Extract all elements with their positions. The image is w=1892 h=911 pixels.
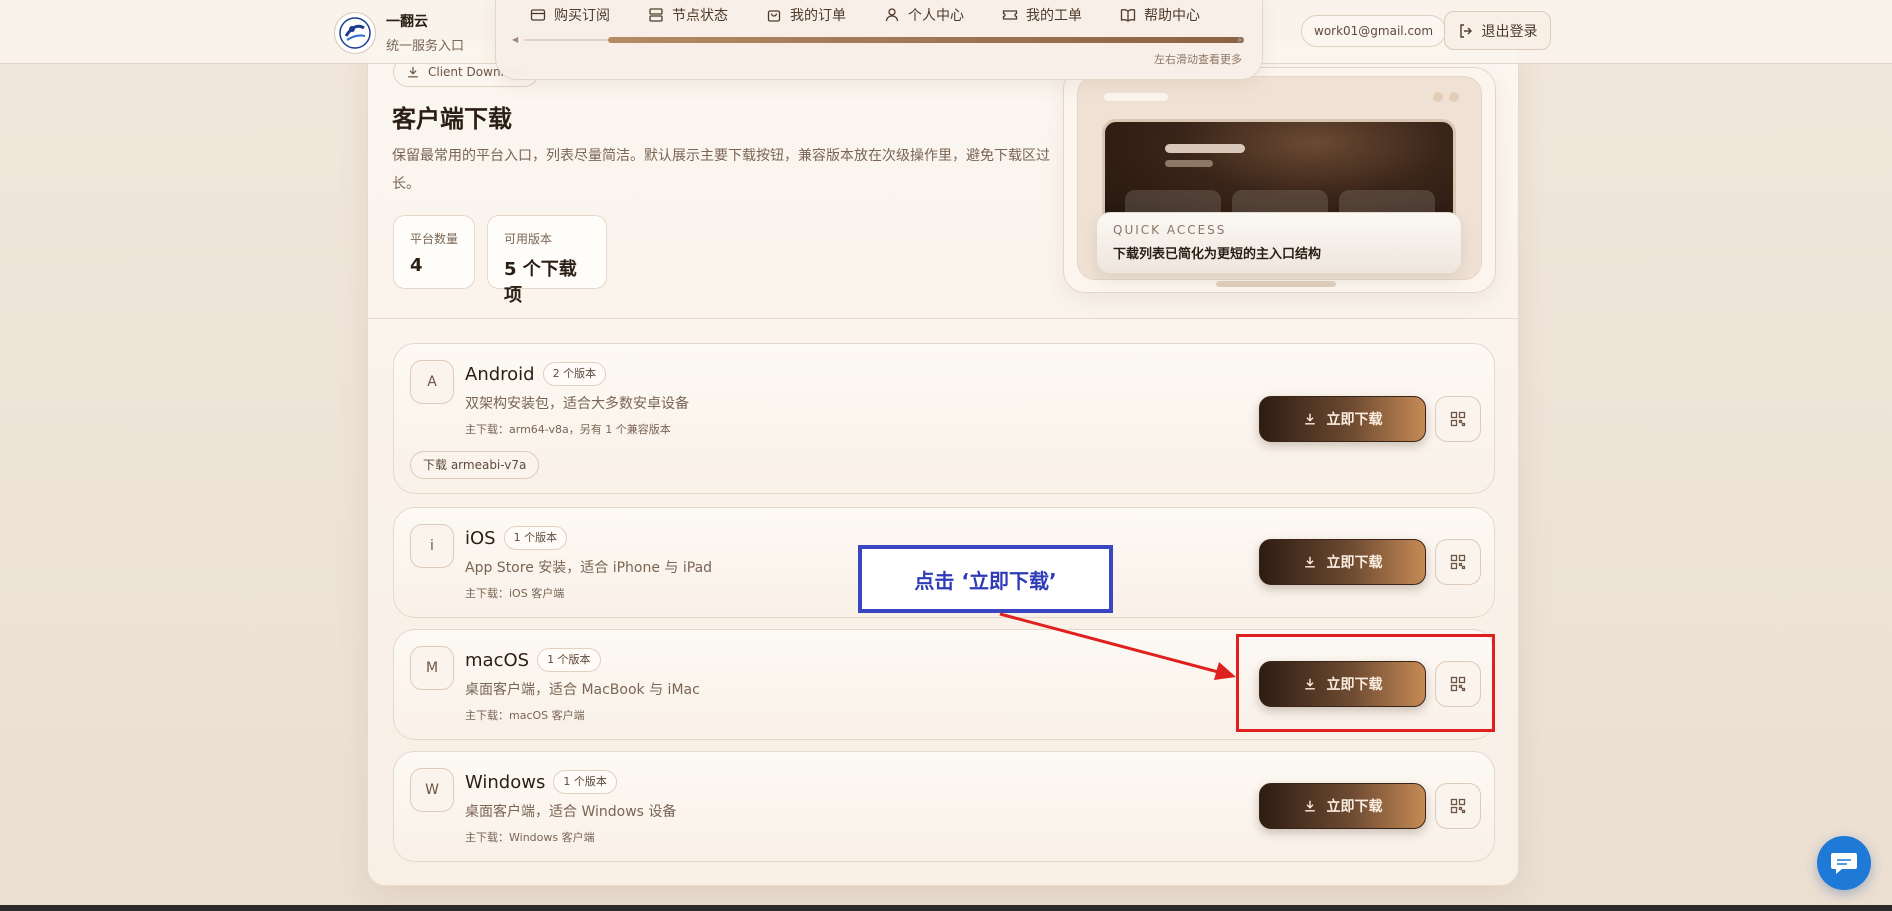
stat-label: 平台数量: [410, 232, 459, 246]
main-nav: 购买订阅 节点状态 我的订单 个人中心 我的工单 帮助中心 ◀ ▶ 左右滑动查看…: [495, 0, 1263, 80]
page-title: 客户端下载: [392, 105, 512, 133]
brand-name: 一翻云: [386, 14, 428, 30]
platform-description: 桌面客户端，适合 Windows 设备: [465, 804, 677, 820]
brand[interactable]: 一翻云 统一服务入口: [334, 11, 464, 54]
book-icon: [1120, 9, 1136, 22]
nav-item-my-tickets[interactable]: 我的工单: [1002, 5, 1082, 25]
platform-main-download: 主下载：Windows 客户端: [465, 831, 595, 844]
nav-label: 帮助中心: [1144, 8, 1200, 24]
platform-android: A Android 2 个版本 双架构安装包，适合大多数安卓设备 主下载：arm…: [393, 343, 1495, 494]
logout-icon: [1459, 23, 1472, 38]
nav-label: 购买订阅: [554, 8, 610, 24]
quick-access-preview: QUICK ACCESS 下载列表已简化为更短的主入口结构: [1063, 67, 1496, 293]
platform-description: 双架构安装包，适合大多数安卓设备: [465, 396, 689, 412]
qr-code-button-ios[interactable]: [1435, 539, 1481, 585]
stat-available-versions: 可用版本 5 个下载项: [487, 215, 607, 306]
version-badge: 1 个版本: [537, 648, 601, 672]
instruction-annotation: 点击 ‘立即下载’: [858, 545, 1113, 613]
nav-item-personal-center[interactable]: 个人中心: [884, 5, 964, 25]
version-badge: 1 个版本: [553, 770, 617, 794]
brand-logo: [334, 11, 376, 54]
user-icon: [885, 8, 899, 22]
scroll-right-icon[interactable]: ▶: [1238, 35, 1244, 45]
chat-icon: [1831, 853, 1857, 874]
stat-value: 5 个下载项: [504, 259, 577, 306]
download-label: 立即下载: [1326, 555, 1383, 571]
download-label: 立即下载: [1326, 799, 1383, 815]
stat-platform-count: 平台数量 4: [393, 215, 475, 289]
platform-letter: i: [410, 524, 454, 568]
qr-code-button-android[interactable]: [1435, 396, 1481, 442]
stat-label: 可用版本: [504, 232, 553, 246]
platform-letter: A: [410, 360, 454, 404]
nav-item-help-center[interactable]: 帮助中心: [1120, 5, 1200, 25]
nav-item-buy-subscription[interactable]: 购买订阅: [530, 5, 610, 25]
scroll-hint: 左右滑动查看更多: [1154, 53, 1242, 66]
alt-download-armeabi-v7a[interactable]: 下载 armeabi-v7a: [410, 451, 540, 479]
preview-caption-text: 下载列表已简化为更短的主入口结构: [1113, 247, 1322, 262]
platform-letter: M: [410, 646, 454, 690]
qr-code-icon: [1450, 554, 1466, 570]
scrollbar-thumb[interactable]: [608, 37, 1244, 43]
platform-letter: W: [410, 768, 454, 812]
download-icon: [1304, 800, 1315, 812]
nav-scrollbar[interactable]: ◀ ▶: [512, 35, 1244, 45]
scroll-left-icon[interactable]: ◀: [512, 35, 518, 45]
ticket-icon: [1002, 10, 1018, 20]
platform-main-download: 主下载：arm64-v8a，另有 1 个兼容版本: [465, 423, 671, 436]
preview-caption: QUICK ACCESS 下载列表已简化为更短的主入口结构: [1096, 212, 1462, 274]
download-icon: [1304, 413, 1315, 425]
version-badge: 2 个版本: [542, 362, 607, 386]
stat-value: 4: [410, 255, 423, 276]
download-button-ios[interactable]: 立即下载: [1259, 539, 1426, 585]
platform-main-download: 主下载：iOS 客户端: [465, 587, 565, 600]
download-icon: [1304, 556, 1315, 568]
platform-description: 桌面客户端，适合 MacBook 与 iMac: [465, 682, 700, 698]
bag-icon: [767, 10, 781, 22]
platform-main-download: 主下载：macOS 客户端: [465, 709, 585, 722]
page-description: 保留最常用的平台入口，列表尽量简洁。默认展示主要下载按钮，兼容版本放在次级操作里…: [392, 148, 1050, 192]
download-button-windows[interactable]: 立即下载: [1259, 783, 1426, 829]
bottom-edge: [0, 905, 1892, 911]
qr-code-icon: [1450, 411, 1466, 427]
account-email: work01@gmail.com: [1301, 15, 1447, 47]
download-panel: Client Download 客户端下载 保留最常用的平台入口，列表尽量简洁。…: [367, 40, 1519, 886]
platform-description: App Store 安装，适合 iPhone 与 iPad: [465, 560, 713, 576]
logout-button[interactable]: 退出登录: [1444, 11, 1551, 50]
nav-item-node-status[interactable]: 节点状态: [648, 5, 728, 25]
chat-button[interactable]: [1817, 836, 1871, 890]
highlight-box: [1236, 634, 1495, 732]
brand-subtitle: 统一服务入口: [386, 39, 465, 54]
platform-windows: W Windows 1 个版本 桌面客户端，适合 Windows 设备 主下载：…: [393, 751, 1495, 862]
qr-code-icon: [1450, 798, 1466, 814]
server-icon: [649, 8, 663, 22]
download-button-android[interactable]: 立即下载: [1259, 396, 1426, 442]
version-badge: 1 个版本: [503, 526, 568, 550]
download-label: 立即下载: [1326, 412, 1383, 428]
platform-name: Windows: [465, 771, 546, 793]
nav-label: 节点状态: [672, 8, 728, 24]
platform-name: Android: [465, 363, 535, 385]
qr-code-button-windows[interactable]: [1435, 783, 1481, 829]
nav-item-my-orders[interactable]: 我的订单: [766, 5, 846, 25]
nav-label: 我的订单: [790, 8, 846, 24]
platform-name: macOS: [465, 649, 530, 671]
logout-label: 退出登录: [1481, 23, 1538, 40]
platform-name: iOS: [465, 527, 496, 549]
download-icon: [408, 66, 418, 78]
nav-label: 个人中心: [908, 8, 964, 24]
nav-label: 我的工单: [1026, 8, 1082, 24]
preview-kicker: QUICK ACCESS: [1113, 223, 1227, 237]
card-icon: [530, 9, 546, 21]
